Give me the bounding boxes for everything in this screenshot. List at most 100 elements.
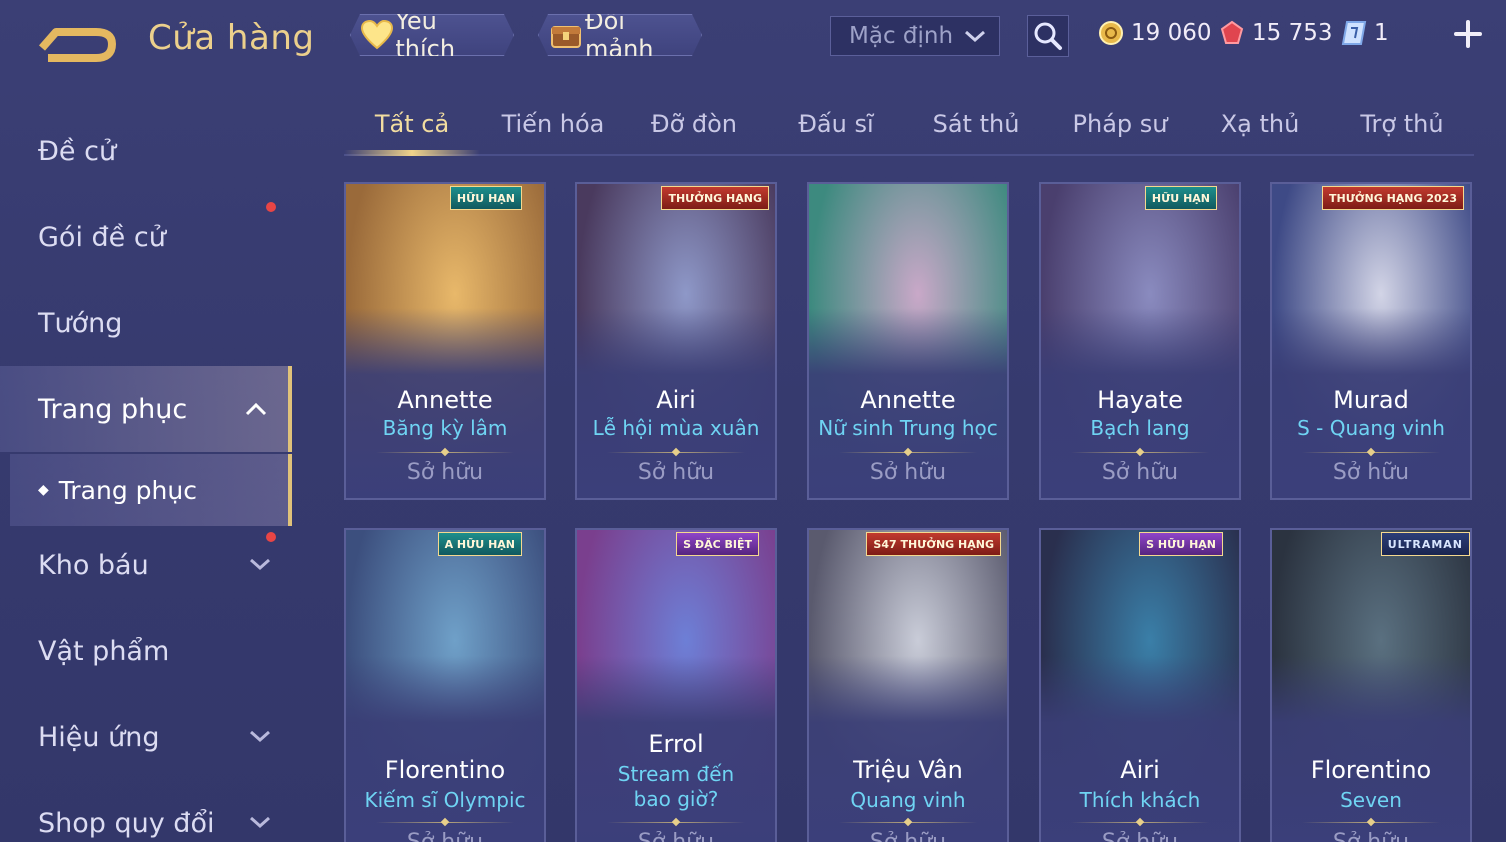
hero-name: Florentino xyxy=(1310,756,1432,784)
hero-name: Annette xyxy=(397,386,493,414)
tab-fighter[interactable]: Đấu sĩ xyxy=(776,110,896,154)
skin-name: Kiếm sĩ Olympic xyxy=(364,788,526,812)
sidebar-item-treasure[interactable]: Kho báu xyxy=(0,522,292,608)
hero-name: Airi xyxy=(1120,756,1160,784)
card-divider xyxy=(1071,822,1209,823)
skin-card[interactable]: ULTRAMAN Florentino Seven Sở hữu xyxy=(1270,528,1472,842)
skin-card[interactable]: S HỮU HẠN Airi Thích khách Sở hữu xyxy=(1039,528,1241,842)
chevron-down-icon xyxy=(250,558,270,571)
hero-name: Airi xyxy=(656,386,696,414)
sidebar-item-skins[interactable]: Trang phục xyxy=(0,366,292,452)
tab-marksman[interactable]: Xạ thủ xyxy=(1202,110,1318,154)
sidebar-item-items[interactable]: Vật phẩm xyxy=(0,608,292,694)
sidebar-item-label: Trang phục xyxy=(38,393,188,425)
skin-name: Bạch lang xyxy=(1090,416,1190,440)
page-title: Cửa hàng xyxy=(148,18,315,58)
ownership-status: Sở hữu xyxy=(1332,460,1410,485)
sidebar-item-label: Tướng xyxy=(38,307,123,339)
skin-name: Quang vinh xyxy=(850,788,966,812)
skin-card[interactable]: S47 THƯỞNG HẠNG Triệu Vân Quang vinh Sở hữu xyxy=(807,528,1009,842)
heart-icon xyxy=(361,18,393,52)
treasure-chest-icon xyxy=(549,18,583,52)
card-shade xyxy=(1041,656,1239,842)
ownership-status: Sở hữu xyxy=(809,830,1007,842)
card-divider xyxy=(1302,822,1440,823)
ownership-status: Sở hữu xyxy=(346,830,544,842)
tab-assassin[interactable]: Sát thủ xyxy=(916,110,1036,154)
sidebar-item-label: Hiệu ứng xyxy=(38,721,160,753)
diamond-bullet-icon: ◆ xyxy=(38,482,49,498)
sidebar-subitem-label: Trang phục xyxy=(58,475,197,505)
ownership-status: Sở hữu xyxy=(577,830,775,842)
sort-dropdown[interactable]: Mặc định xyxy=(830,16,1000,56)
skin-name: Lễ hội mùa xuân xyxy=(592,416,760,440)
skin-tier-badge: HỮU HẠN xyxy=(1144,186,1217,210)
skin-tier-badge: ULTRAMAN xyxy=(1380,532,1470,556)
sidebar-item-exchange-shop[interactable]: Shop quy đổi xyxy=(0,780,292,842)
voucher-gem-icon xyxy=(1218,19,1246,47)
skin-name: Nữ sinh Trung học xyxy=(818,416,998,440)
tab-evolution[interactable]: Tiến hóa xyxy=(488,110,618,154)
shard-exchange-button[interactable]: Đổi mảnh xyxy=(538,14,702,56)
chevron-up-icon xyxy=(245,402,267,416)
chevron-down-icon xyxy=(965,30,985,43)
ownership-status: Sở hữu xyxy=(869,460,947,485)
sidebar-item-effects[interactable]: Hiệu ứng xyxy=(0,694,292,780)
card-shade xyxy=(346,656,544,842)
gold-amount: 19 060 xyxy=(1131,20,1212,46)
hero-name: Annette xyxy=(860,386,956,414)
ownership-status: Sở hữu xyxy=(406,460,484,485)
top-bar: Cửa hàng Yêu thích Đổi mảnh Mặc định 19 … xyxy=(0,0,1506,78)
back-arrow-icon[interactable] xyxy=(38,18,118,62)
sidebar-item-featured-bundles[interactable]: Gói đề cử xyxy=(0,194,292,280)
search-button[interactable] xyxy=(1027,15,1069,57)
skin-name: Stream đến bao giờ? xyxy=(617,762,735,811)
notification-dot xyxy=(266,532,276,542)
favorite-button[interactable]: Yêu thích xyxy=(350,14,514,56)
sidebar-subitem-skins[interactable]: ◆ Trang phục xyxy=(10,454,292,526)
sidebar: Đề cử Gói đề cử Tướng Trang phục ◆ Trang… xyxy=(0,108,292,842)
skin-card[interactable]: HỮU HẠN Annette Băng kỳ lâm Sở hữu xyxy=(344,182,546,500)
tab-tank[interactable]: Đỡ đòn xyxy=(634,110,754,154)
card-divider xyxy=(607,452,745,453)
card-divider xyxy=(1302,452,1440,453)
ticket-currency: 1 xyxy=(1340,16,1389,50)
skin-card[interactable]: S ĐẶC BIỆT Errol Stream đến bao giờ? Sở hữu xyxy=(575,528,777,842)
skin-card[interactable]: A HỮU HẠN Florentino Kiếm sĩ Olympic Sở hữu xyxy=(344,528,546,842)
card-divider xyxy=(607,822,745,823)
skin-name: Thích khách xyxy=(1079,788,1201,812)
gold-currency: 19 060 xyxy=(1097,16,1211,50)
skin-tier-badge: S ĐẶC BIỆT xyxy=(676,532,759,556)
favorite-label: Yêu thích xyxy=(395,7,456,63)
sidebar-item-label: Gói đề cử xyxy=(38,221,166,253)
skin-tier-badge: S47 THƯỞNG HẠNG xyxy=(866,532,1001,556)
sort-selected-value: Mặc định xyxy=(849,23,954,49)
active-tab-underline xyxy=(344,150,480,156)
chevron-down-icon xyxy=(250,730,270,743)
shard-label: Đổi mảnh xyxy=(585,7,654,63)
skin-card[interactable]: THƯỞNG HẠNG Airi Lễ hội mùa xuân Sở hữu xyxy=(575,182,777,500)
sidebar-item-featured[interactable]: Đề cử xyxy=(0,108,292,194)
skin-card[interactable]: THƯỞNG HẠNG 2023 Murad S - Quang vinh Sở hữ… xyxy=(1270,182,1472,500)
skin-card[interactable]: Annette Nữ sinh Trung học Sở hữu xyxy=(807,182,1009,500)
hero-name: Hayate xyxy=(1097,386,1183,414)
skin-card[interactable]: HỮU HẠN Hayate Bạch lang Sở hữu xyxy=(1039,182,1241,500)
skin-tier-badge: HỮU HẠN xyxy=(449,186,522,210)
plus-icon[interactable] xyxy=(1452,18,1484,50)
card-shade xyxy=(1272,656,1470,842)
tab-all[interactable]: Tất cả xyxy=(344,110,480,154)
skin-tier-badge: THƯỞNG HẠNG xyxy=(661,186,769,210)
ownership-status: Sở hữu xyxy=(1272,830,1470,842)
card-divider xyxy=(1071,452,1209,453)
tab-support[interactable]: Trợ thủ xyxy=(1338,110,1466,154)
hero-name: Murad xyxy=(1333,386,1409,414)
card-divider xyxy=(376,452,514,453)
skin-tier-badge: S HỮU HẠN xyxy=(1139,532,1223,556)
skin-name: Băng kỳ lâm xyxy=(382,416,508,440)
sidebar-item-heroes[interactable]: Tướng xyxy=(0,280,292,366)
card-shade xyxy=(809,656,1007,842)
hero-name: Errol xyxy=(648,730,704,758)
voucher-currency: 15 753 xyxy=(1218,16,1332,50)
search-icon xyxy=(1034,22,1062,50)
tab-mage[interactable]: Pháp sư xyxy=(1056,110,1184,154)
